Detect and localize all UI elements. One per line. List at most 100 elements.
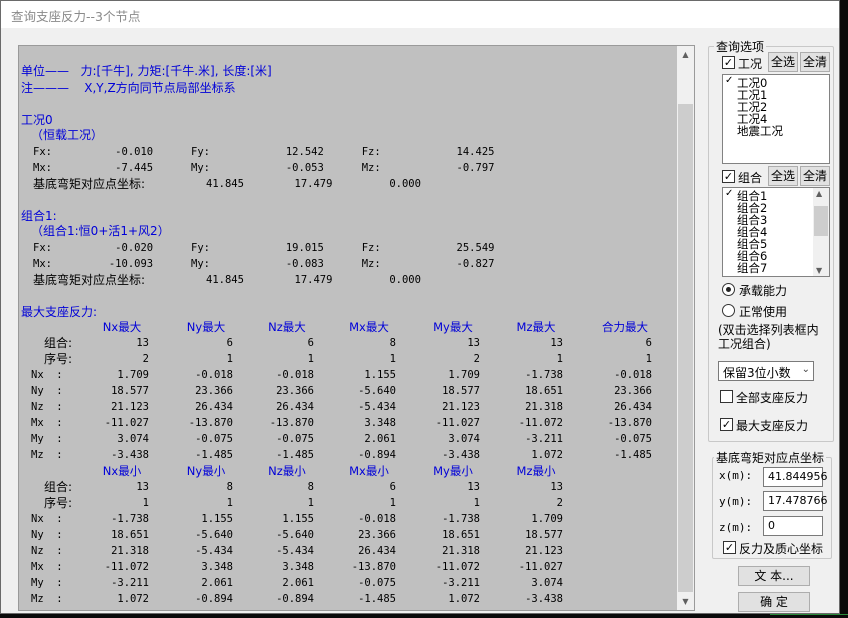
min-col-header: Ny最小 (186, 464, 226, 478)
query-window: 查询支座反力--3个节点 单位—— 力:[千牛], 力矩:[千牛.米], 长度:… (0, 0, 840, 614)
scrollbar-thumb[interactable] (678, 104, 693, 592)
max-table-cell: 1 (389, 353, 396, 365)
case0-subtitle: （恒载工况） (31, 128, 104, 142)
x-coord-input[interactable]: 41.844956 (763, 467, 828, 487)
capacity-radio[interactable] (722, 283, 735, 296)
min-table-cell: 1 (307, 497, 314, 509)
min-table-cell: 26.434 (358, 545, 396, 557)
max-table-cell: 23.366 (614, 385, 652, 397)
decimal-select[interactable]: 保留3位小数 ⌄ (718, 361, 814, 381)
case-clear-all-button[interactable]: 全清 (800, 52, 830, 72)
min-table-cell: 13 (550, 481, 563, 493)
max-row-label: Mz : (31, 449, 63, 461)
min-row-label: 组合: (44, 480, 73, 494)
min-col-header: Nx最小 (102, 464, 142, 478)
max-table-cell: 18.651 (525, 385, 563, 397)
mass-center-checkbox[interactable]: ✓ (723, 541, 736, 554)
max-row-label: Nz : (31, 401, 63, 413)
window-title: 查询支座反力--3个节点 (11, 9, 141, 24)
case-checkbox[interactable]: ✓ (722, 56, 735, 69)
comb-clear-all-button[interactable]: 全清 (800, 166, 830, 186)
max-reaction-checkbox[interactable]: ✓ (720, 418, 733, 431)
max-table-cell: -0.018 (614, 369, 652, 381)
double-click-hint: (双击选择列表框内工况组合) (718, 323, 819, 351)
max-table-cell: 26.434 (614, 401, 652, 413)
max-row-label: Nx : (31, 369, 63, 381)
scroll-down-arrow-icon[interactable]: ▼ (677, 593, 694, 610)
max-col-header: Ny最大 (186, 320, 226, 334)
note-line: 注——— X,Y,Z方向同节点局部坐标系 (21, 81, 236, 95)
max-table-cell: -3.438 (111, 449, 149, 461)
min-table-cell: -1.738 (442, 513, 480, 525)
checkmark-icon: ✓ (725, 188, 734, 199)
min-table-cell: -5.434 (276, 545, 314, 557)
list-scroll-up-icon[interactable]: ▲ (816, 189, 822, 198)
max-table-cell: -11.027 (435, 417, 480, 429)
min-col-header: Mx最小 (349, 464, 389, 478)
min-table-cell: 21.318 (442, 545, 480, 557)
comb-list-item[interactable]: 组合7 (737, 262, 767, 274)
max-row-label: My : (31, 433, 63, 445)
min-row-label: My : (31, 577, 63, 589)
ok-button[interactable]: 确 定 (738, 592, 810, 612)
min-table-cell: 6 (389, 481, 396, 493)
max-table-cell: 18.577 (442, 385, 480, 397)
min-table-cell: 8 (307, 481, 314, 493)
scroll-up-arrow-icon[interactable]: ▲ (677, 46, 694, 63)
min-table-cell: 2 (556, 497, 563, 509)
min-row-label: Nx : (31, 513, 63, 525)
report-scrollbar[interactable]: ▲ ▼ (677, 46, 694, 610)
case-listbox[interactable]: 工况0 工况1 工况2 工况4 地震工况 ✓ (722, 74, 830, 164)
max-table-cell: -5.640 (358, 385, 396, 397)
min-table-cell: 18.577 (525, 529, 563, 541)
base-coord-title: 基底弯矩对应点坐标 (714, 449, 827, 466)
max-table-cell: 1.155 (364, 369, 396, 381)
max-table-cell: 8 (389, 337, 396, 349)
comb-list-scrollbar[interactable]: ▲ ▼ (813, 188, 829, 276)
min-table-cell: 18.651 (111, 529, 149, 541)
decimal-select-value: 保留3位小数 (723, 366, 791, 380)
max-table-cell: 1 (645, 353, 652, 365)
min-table-cell: -11.072 (104, 561, 149, 573)
y-coord-input[interactable]: 17.478766 (763, 491, 828, 511)
normal-use-radio[interactable] (722, 304, 735, 317)
case-select-all-button[interactable]: 全选 (768, 52, 798, 72)
max-table-cell: 6 (226, 337, 233, 349)
min-table-cell: 13 (136, 481, 149, 493)
chevron-down-icon[interactable]: ⌄ (802, 364, 810, 375)
min-table-cell: 23.366 (358, 529, 396, 541)
text-button[interactable]: 文 本... (738, 566, 810, 586)
min-table-cell: 1 (389, 497, 396, 509)
max-table-cell: -13.870 (269, 417, 314, 429)
max-table-cell: 13 (550, 337, 563, 349)
min-col-header: Nz最小 (268, 464, 306, 478)
comb-listbox[interactable]: ▲ ▼ 组合1 组合2 组合3 组合4 组合5 组合6 组合7 ✓ (722, 187, 830, 277)
list-scroll-down-icon[interactable]: ▼ (816, 266, 822, 275)
min-col-header: Mz最小 (516, 464, 556, 478)
max-table-cell: -0.018 (195, 369, 233, 381)
capacity-label: 承载能力 (739, 284, 788, 298)
min-table-cell: 1.709 (531, 513, 563, 525)
list-scrollbar-thumb[interactable] (814, 206, 828, 236)
title-bar[interactable]: 查询支座反力--3个节点 (1, 1, 839, 28)
background-edge-bottom (0, 614, 848, 618)
min-table-cell: 3.074 (531, 577, 563, 589)
max-col-header: My最大 (433, 320, 473, 334)
z-coord-input[interactable]: 0 (763, 516, 823, 536)
min-table-cell: 1 (142, 497, 149, 509)
max-table-cell: 1 (226, 353, 233, 365)
max-table-cell: -11.027 (104, 417, 149, 429)
min-table-cell: 3.348 (282, 561, 314, 573)
max-table-cell: -3.438 (442, 449, 480, 461)
max-table-cell: 2 (142, 353, 149, 365)
case-list-item[interactable]: 地震工况 (737, 125, 783, 137)
comb-select-all-button[interactable]: 全选 (768, 166, 798, 186)
max-table-cell: 26.434 (195, 401, 233, 413)
min-row-label: Mx : (31, 561, 63, 573)
max-row-label: 组合: (44, 336, 73, 350)
query-options-title: 查询选项 (714, 38, 767, 55)
report-text-area[interactable]: 单位—— 力:[千牛], 力矩:[千牛.米], 长度:[米] 注——— X,Y,Z… (19, 46, 677, 610)
comb-checkbox[interactable]: ✓ (722, 170, 735, 183)
max-table-cell: -0.075 (614, 433, 652, 445)
all-reaction-checkbox[interactable] (720, 390, 733, 403)
